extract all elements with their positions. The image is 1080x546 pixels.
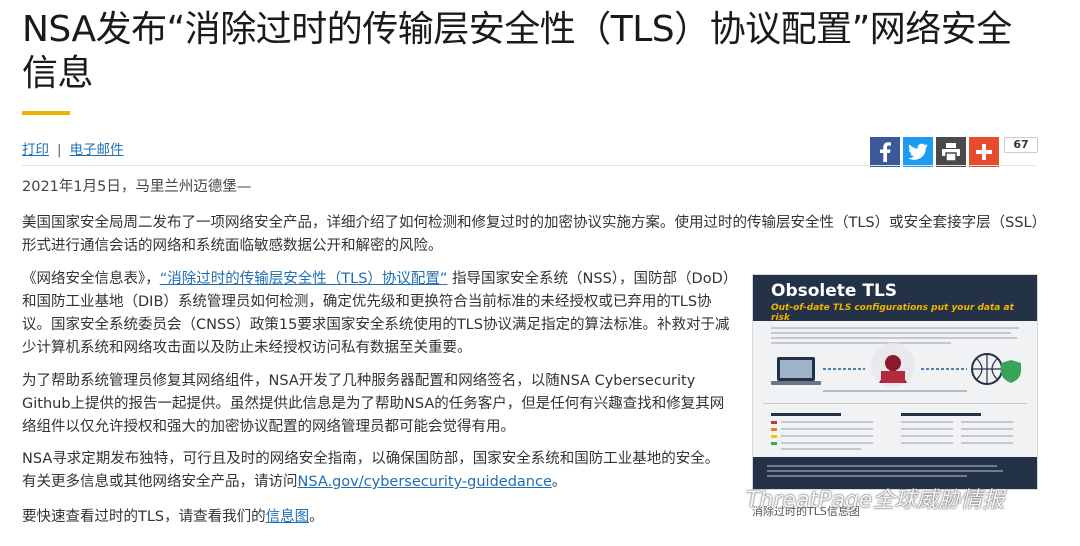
print-icon	[942, 143, 960, 161]
facebook-share-button[interactable]	[870, 137, 900, 167]
paragraph-intro: 美国国家安全局周二发布了一项网络安全产品，详细介绍了如何检测和修复过时的加密协议…	[22, 215, 1039, 254]
paragraph-github: 为了帮助系统管理员修复其网络组件，NSA开发了几种服务器配置和网络签名，以随NS…	[22, 373, 725, 435]
article-toolbar: 打印 | 电子邮件	[22, 138, 124, 158]
nsa-cybersecurity-link[interactable]: NSA.gov/cybersecurity-guidedance	[298, 474, 552, 490]
paragraph-infosheet: 《网络安全信息表》，“消除过时的传输层安全性（TLS）协议配置” 指导国家安全系…	[22, 268, 732, 360]
paragraph-guidance: NSA寻求定期发布独特，可行且及时的网络安全指南，以确保国防部，国家安全系统和国…	[22, 448, 732, 494]
paragraph-text: 。	[309, 509, 324, 525]
paragraph-text: 。	[551, 474, 567, 490]
paragraph-text: 要快速查看过时的TLS，请查看我们的	[22, 509, 266, 525]
email-link[interactable]: 电子邮件	[70, 142, 124, 158]
print-share-button[interactable]	[936, 137, 966, 167]
facebook-icon	[880, 142, 891, 162]
print-link[interactable]: 打印	[22, 142, 49, 158]
infographic-title: Obsolete TLS	[771, 281, 898, 301]
divider	[22, 165, 1036, 166]
watermark-text: ThreatPage全球威胁情报	[746, 488, 1005, 513]
laptop-icon	[771, 357, 821, 385]
paragraph-infographic: 要快速查看过时的TLS，请查看我们的信息图。	[22, 506, 732, 529]
wechat-icon	[706, 484, 740, 510]
page-title: NSA发布“消除过时的传输层安全性（TLS）协议配置”网络安全信息	[22, 9, 1012, 94]
encryption-types-legend	[771, 413, 873, 450]
infographic-subtitle: Out-of-date TLS configurations put your …	[771, 303, 1014, 323]
hacker-icon	[871, 343, 915, 387]
add-share-button[interactable]	[969, 137, 999, 167]
infographic-text-lines	[771, 327, 1019, 344]
title-underline	[22, 111, 70, 115]
infographic-link[interactable]: 信息图	[266, 509, 310, 525]
twitter-icon	[908, 143, 928, 160]
infographic-image[interactable]: Obsolete TLS Out-of-date TLS configurati…	[752, 274, 1038, 490]
twitter-share-button[interactable]	[903, 137, 933, 167]
paragraph-text: 《网络安全信息表》，	[22, 271, 160, 287]
globe-shield-icon	[971, 353, 1021, 385]
plus-icon	[976, 144, 992, 160]
infosheet-link[interactable]: “消除过时的传输层安全性（TLS）协议配置”	[160, 271, 448, 287]
toolbar-separator: |	[57, 142, 62, 158]
share-count: 67	[1004, 137, 1038, 153]
data-at-risk-list	[901, 413, 1013, 444]
dateline: 2021年1月5日，马里兰州迈德堡—	[22, 179, 252, 195]
share-bar: 67	[870, 137, 1038, 167]
watermark: ThreatPage全球威胁情报	[706, 482, 1004, 514]
infographic-header: Obsolete TLS Out-of-date TLS configurati…	[753, 275, 1037, 323]
infographic-body	[753, 327, 1037, 489]
